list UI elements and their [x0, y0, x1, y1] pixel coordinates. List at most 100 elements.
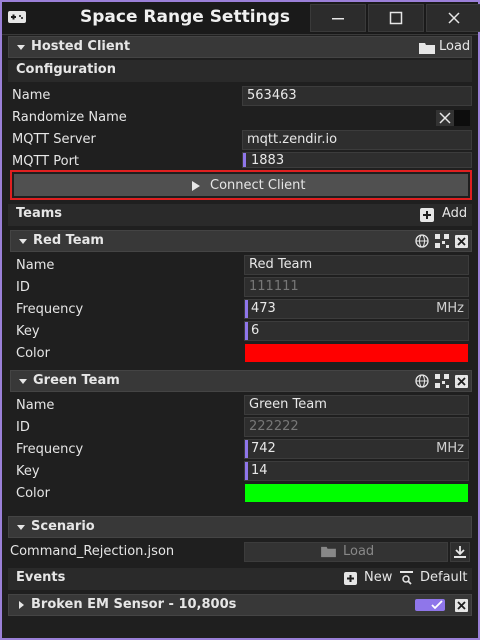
teams-title: Teams [16, 206, 63, 221]
chevron-right-icon [19, 601, 24, 609]
frequency-label: Frequency [16, 442, 84, 457]
event-row[interactable]: Broken EM Sensor - 10,800s [8, 594, 472, 616]
close-icon [448, 12, 460, 24]
team-color-swatch[interactable] [245, 344, 468, 362]
name-label: Name [12, 88, 51, 103]
globe-icon[interactable] [415, 374, 429, 388]
play-icon [192, 181, 200, 191]
key-label: Key [16, 324, 40, 339]
settings-window: Space Range Settings Hosted Client Load … [0, 0, 480, 640]
download-icon [454, 546, 466, 558]
gamepad-icon [8, 11, 26, 23]
field-accent-bar [245, 322, 248, 340]
mqtt-server-label: MQTT Server [12, 132, 96, 147]
frequency-value: 742 [251, 441, 276, 456]
globe-icon[interactable] [415, 234, 429, 248]
load-config-label: Load [439, 39, 471, 54]
scenario-load-button[interactable]: Load [244, 542, 448, 562]
default-events-button[interactable]: Default [400, 570, 472, 588]
new-event-button[interactable]: New [344, 570, 396, 588]
team-color-swatch[interactable] [245, 484, 468, 502]
team-title: Green Team [33, 373, 120, 388]
chevron-down-icon [19, 239, 27, 244]
key-value: 14 [251, 463, 268, 478]
scenario-header[interactable]: Scenario [8, 516, 472, 538]
minimize-button[interactable] [310, 4, 366, 32]
team-name-label: Name [16, 398, 55, 413]
hosted-client-header[interactable]: Hosted Client Load [8, 36, 472, 58]
key-value: 6 [251, 323, 260, 338]
title-bar[interactable]: Space Range Settings [2, 2, 480, 35]
search-list-icon [400, 571, 413, 585]
team-id-field: 222222 [244, 417, 469, 437]
key-field[interactable]: 6 [244, 321, 469, 341]
checkmark-icon [431, 600, 443, 610]
events-title: Events [16, 570, 66, 585]
event-title: Broken EM Sensor - 10,800s [31, 597, 237, 612]
folder-icon [419, 43, 435, 54]
add-team-button[interactable]: Add [420, 206, 472, 224]
qr-code-icon[interactable] [435, 234, 449, 248]
configuration-header: Configuration [8, 60, 472, 82]
team-name-field[interactable]: Red Team [244, 255, 469, 275]
chevron-down-icon [17, 525, 25, 530]
team-name-label: Name [16, 258, 55, 273]
frequency-label: Frequency [16, 302, 84, 317]
scenario-title: Scenario [31, 519, 95, 534]
delete-icon[interactable] [455, 375, 468, 388]
key-label: Key [16, 464, 40, 479]
mqtt-port-field[interactable]: 1883 [242, 152, 472, 168]
add-team-label: Add [442, 206, 468, 221]
scenario-download-button[interactable] [450, 542, 470, 562]
chevron-down-icon [19, 379, 27, 384]
teams-header: Teams Add [8, 204, 472, 226]
frequency-unit: MHz [436, 301, 464, 316]
connect-client-label: Connect Client [210, 178, 306, 193]
field-accent-bar [245, 300, 248, 318]
window-title: Space Range Settings [80, 7, 290, 27]
delete-icon[interactable] [455, 599, 468, 612]
team-id-label: ID [16, 280, 30, 295]
close-window-button[interactable] [426, 4, 480, 32]
key-field[interactable]: 14 [244, 461, 469, 481]
maximize-button[interactable] [368, 4, 424, 32]
team-name-field[interactable]: Green Team [244, 395, 469, 415]
randomize-name-checkbox[interactable] [454, 110, 470, 126]
events-header: Events New Default [8, 568, 472, 590]
maximize-icon [389, 11, 403, 25]
color-label: Color [16, 346, 50, 361]
qr-code-icon[interactable] [435, 374, 449, 388]
new-event-label: New [364, 570, 393, 585]
event-enabled-toggle[interactable] [415, 599, 445, 611]
field-accent-bar [245, 462, 248, 480]
frequency-field[interactable]: 473 MHz [244, 299, 469, 319]
connect-client-button[interactable]: Connect Client [10, 170, 472, 200]
configuration-title: Configuration [16, 62, 116, 77]
hosted-client-title: Hosted Client [31, 39, 131, 54]
team-id-label: ID [16, 420, 30, 435]
plus-icon [420, 208, 434, 222]
plus-icon [344, 572, 357, 585]
team-title: Red Team [33, 233, 104, 248]
randomize-clear-button[interactable] [436, 110, 454, 126]
chevron-down-icon [17, 45, 25, 50]
team-header-red[interactable]: Red Team [10, 230, 472, 252]
field-accent-bar [243, 153, 246, 167]
frequency-field[interactable]: 742 MHz [244, 439, 469, 459]
close-icon [439, 112, 451, 124]
default-events-label: Default [420, 570, 468, 585]
delete-icon[interactable] [455, 235, 468, 248]
randomize-name-label: Randomize Name [12, 110, 127, 125]
mqtt-port-label: MQTT Port [12, 154, 80, 169]
team-header-green[interactable]: Green Team [10, 370, 472, 392]
client-name-field[interactable]: 563463 [242, 86, 472, 106]
frequency-value: 473 [251, 301, 276, 316]
folder-icon [321, 546, 336, 558]
mqtt-port-value: 1883 [251, 153, 285, 168]
mqtt-server-field[interactable]: mqtt.zendir.io [242, 130, 472, 150]
color-label: Color [16, 486, 50, 501]
minimize-icon [332, 18, 344, 20]
scenario-file-name: Command_Rejection.json [10, 544, 175, 559]
frequency-unit: MHz [436, 441, 464, 456]
field-accent-bar [245, 440, 248, 458]
